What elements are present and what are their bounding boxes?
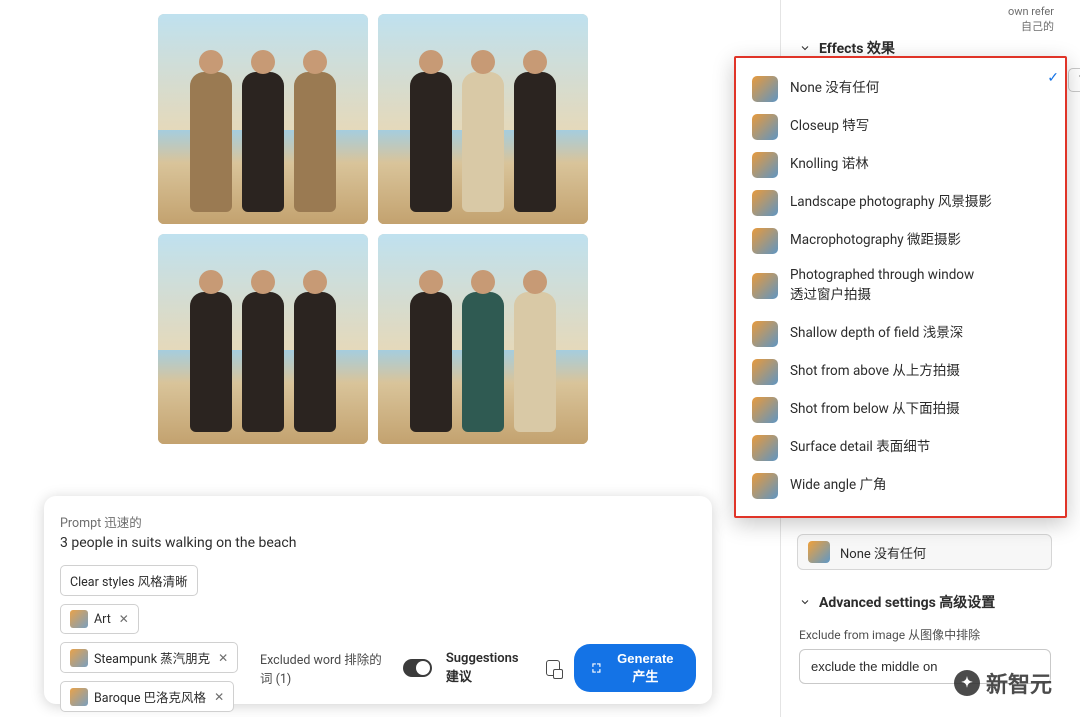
clear-styles-button[interactable]: Clear styles 风格清晰 bbox=[60, 565, 198, 596]
effect-thumb-icon bbox=[752, 114, 778, 140]
effect-thumb-icon bbox=[752, 435, 778, 461]
option-label: Shallow depth of field 浅景深 bbox=[790, 324, 963, 344]
tag-thumb-icon bbox=[70, 610, 88, 628]
remove-tag-icon[interactable]: ✕ bbox=[119, 612, 129, 626]
generate-label: Generate 产生 bbox=[611, 651, 680, 685]
wechat-icon: ✦ bbox=[954, 670, 980, 696]
option-none[interactable]: None 没有任何 bbox=[744, 70, 1057, 108]
tab-techniques[interactable]: Techn bbox=[1068, 68, 1080, 92]
advanced-settings-header[interactable]: Advanced settings 高级设置 bbox=[781, 578, 1068, 626]
excluded-word-label: Excluded word 排除的词 (1) bbox=[60, 649, 389, 687]
selected-effect-none[interactable]: None 没有任何 bbox=[797, 534, 1052, 570]
effects-title: Effects 效果 bbox=[819, 38, 895, 58]
option-knolling[interactable]: Knolling 诺林 bbox=[744, 146, 1057, 184]
option-label: Shot from above 从上方拍摄 bbox=[790, 362, 960, 382]
effect-thumb-icon bbox=[752, 473, 778, 499]
effect-thumb-icon bbox=[752, 359, 778, 385]
prompt-text[interactable]: 3 people in suits walking on the beach bbox=[60, 535, 696, 551]
effect-thumb-icon bbox=[752, 76, 778, 102]
result-image-1[interactable] bbox=[158, 14, 368, 224]
clear-styles-label: Clear styles 风格清晰 bbox=[70, 571, 188, 590]
option-label: Closeup 特写 bbox=[790, 117, 869, 137]
generate-button[interactable]: Generate 产生 bbox=[574, 644, 696, 692]
option-landscape-photography[interactable]: Landscape photography 风景摄影 bbox=[744, 184, 1057, 222]
prompt-label: Prompt 迅速的 bbox=[60, 512, 696, 531]
effect-thumb-icon bbox=[752, 321, 778, 347]
exclude-from-image-label: Exclude from image 从图像中排除 bbox=[781, 626, 1068, 643]
effect-thumb-icon bbox=[752, 273, 778, 299]
option-label: Landscape photography 风景摄影 bbox=[790, 193, 992, 213]
chevron-down-icon bbox=[799, 42, 811, 54]
check-icon: ✓ bbox=[1047, 70, 1059, 86]
watermark: ✦ 新智元 bbox=[954, 667, 1052, 699]
option-photographed-through-window[interactable]: Photographed through window透过窗户拍摄 bbox=[744, 260, 1057, 311]
effect-thumb-icon bbox=[808, 541, 830, 563]
tag-label: Art bbox=[94, 612, 111, 627]
prompt-card: Prompt 迅速的 3 people in suits walking on … bbox=[44, 496, 712, 704]
effect-thumb-icon bbox=[752, 190, 778, 216]
result-image-2[interactable] bbox=[378, 14, 588, 224]
effects-dropdown: ✓ None 没有任何 Closeup 特写 Knolling 诺林 Lands… bbox=[734, 56, 1067, 518]
option-label: Knolling 诺林 bbox=[790, 155, 869, 175]
suggestions-label: Suggestions 建议 bbox=[446, 651, 532, 685]
copy-icon[interactable] bbox=[546, 660, 560, 676]
results-grid bbox=[158, 14, 588, 444]
suggestions-toggle[interactable] bbox=[403, 659, 432, 677]
option-wide-angle[interactable]: Wide angle 广角 bbox=[744, 467, 1057, 505]
option-label: Wide angle 广角 bbox=[790, 476, 887, 496]
option-surface-detail[interactable]: Surface detail 表面细节 bbox=[744, 429, 1057, 467]
option-label: Surface detail 表面细节 bbox=[790, 438, 930, 458]
advanced-title: Advanced settings 高级设置 bbox=[819, 592, 995, 612]
style-tag-art[interactable]: Art ✕ bbox=[60, 604, 139, 634]
option-label: None 没有任何 bbox=[790, 79, 879, 99]
effect-thumb-icon bbox=[752, 152, 778, 178]
result-image-4[interactable] bbox=[378, 234, 588, 444]
option-label: Shot from below 从下面拍摄 bbox=[790, 400, 960, 420]
option-shallow-depth-of-field[interactable]: Shallow depth of field 浅景深 bbox=[744, 315, 1057, 353]
option-label: Macrophotography 微距摄影 bbox=[790, 231, 961, 251]
own-refer-text: own refer 自己的 bbox=[1008, 4, 1054, 35]
effect-thumb-icon bbox=[752, 397, 778, 423]
result-image-3[interactable] bbox=[158, 234, 368, 444]
chevron-down-icon bbox=[799, 596, 811, 608]
option-closeup[interactable]: Closeup 特写 bbox=[744, 108, 1057, 146]
option-shot-from-below[interactable]: Shot from below 从下面拍摄 bbox=[744, 391, 1057, 429]
sparkle-icon bbox=[590, 661, 604, 675]
watermark-text: 新智元 bbox=[986, 667, 1052, 699]
none-label: None 没有任何 bbox=[840, 543, 926, 562]
option-shot-from-above[interactable]: Shot from above 从上方拍摄 bbox=[744, 353, 1057, 391]
option-label: Photographed through window透过窗户拍摄 bbox=[790, 266, 974, 305]
effect-thumb-icon bbox=[752, 228, 778, 254]
option-macrophotography[interactable]: Macrophotography 微距摄影 bbox=[744, 222, 1057, 260]
